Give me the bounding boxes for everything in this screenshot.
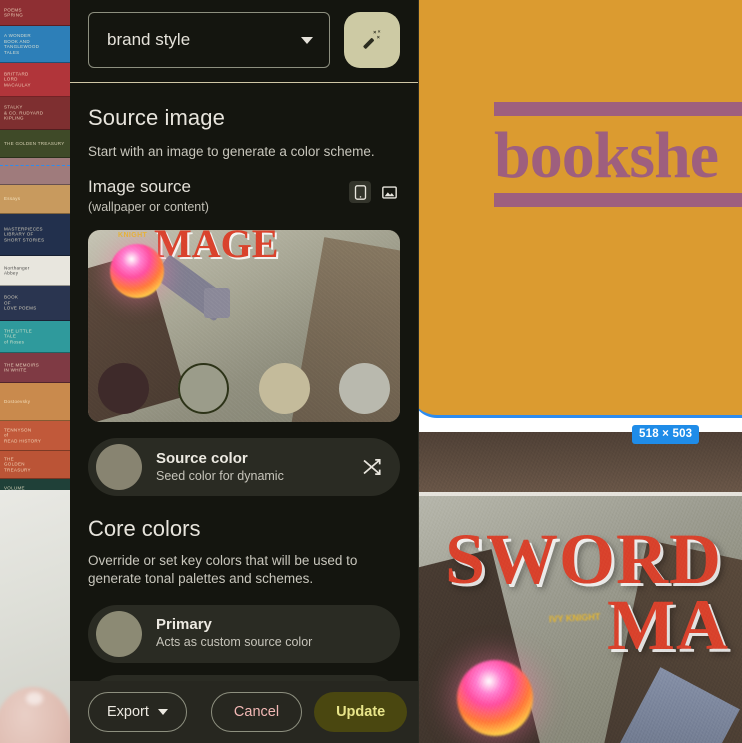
image-source-hint: (wallpaper or content) [88,200,209,215]
extracted-swatch[interactable] [338,363,390,415]
panel-body[interactable]: Source image Start with an image to gene… [70,83,418,681]
book-spine-title: THE MEMOIRS IN WHITE [4,361,40,373]
core-color-swatch[interactable] [96,610,142,657]
shuffle-icon [363,459,381,476]
book-spine [0,158,70,185]
source-color-tile[interactable]: Source color Seed color for dynamic [88,438,400,497]
book-spine: VOLUME OF JOHN MILTON [0,479,70,490]
extracted-swatch-row[interactable] [98,363,390,415]
fingernail-highlight [26,692,43,705]
book-spine: BRITTARD LORD MACAULAY [0,63,70,97]
core-colors-heading: Core colors [88,516,201,542]
book-spine: Northanger Abbey [0,256,70,286]
bookshelf-photo: POEMS SPRING A WONDER BOOK AND TANGLEWOOD… [0,0,70,490]
book-spine: Dostoevsky [0,383,70,421]
book-spine-title: THE LITTLE TALE of Roses [4,328,33,345]
book-spine-title: STALKY & CO. RUDYARD KIPLING [4,104,44,121]
source-image-thumbnail[interactable]: MAGE KNIGHT [88,230,400,423]
core-colors-description: Override or set key colors that will be … [88,553,358,587]
book-spine: MASTERPIECES LIBRARY OF SHORT STORIES [0,214,70,256]
book-spine-title: THE GOLDEN TREASURY [4,140,65,146]
wordmark-rule-bottom [494,193,742,208]
source-option-content[interactable] [378,181,400,203]
extracted-swatch[interactable] [178,363,230,415]
paper-photo [0,490,70,743]
source-color-subtitle: Seed color for dynamic [156,468,284,483]
size-badge: 518 × 503 [632,425,700,444]
wordmark-text: bookshe [494,119,719,192]
source-option-wallpaper[interactable] [349,181,371,204]
book-spine-title: TENNYSON of READ HISTORY [4,427,42,444]
sword-mage-cover-photo: SWORD MA IVY KNIGHT [419,432,742,743]
source-image-heading: Source image [88,105,225,130]
source-image-description: Start with an image to generate a color … [88,144,375,159]
magic-wand-button[interactable]: × × × [344,12,400,68]
book-spine: THE GOLDEN TREASURY [0,451,70,479]
book-spine-title: A WONDER BOOK AND TANGLEWOOD TALES [4,32,40,55]
update-button-label: Update [336,704,386,720]
shuffle-button[interactable] [360,455,384,479]
preview-stage: bookshe 518 × 503 SWORD MA IVY KNIGHT [419,0,742,743]
book-spine-title: Dostoevsky [4,398,31,404]
book-spine: POEMS SPRING [0,0,70,26]
cancel-button-label: Cancel [233,704,280,720]
book-spine-title: POEMS SPRING [4,6,24,18]
selection-dashed-line [0,165,70,166]
cover-film-grain [419,432,742,743]
book-spine-title: Essays [4,196,21,202]
update-button[interactable]: Update [314,692,408,732]
style-select[interactable]: brand style [88,12,330,68]
book-spine-title: THE GOLDEN TREASURY [4,456,31,473]
export-button[interactable]: Export [88,692,187,732]
image-source-label: Image source [88,177,191,197]
core-color-subtitle: Acts as custom source color [156,635,313,650]
extracted-swatch[interactable] [258,363,310,415]
core-colors-list[interactable]: PrimaryActs as custom source color Second… [88,604,400,681]
book-spine: THE GOLDEN TREASURY [0,130,70,158]
phone-icon [354,184,366,200]
book-spine-title: Northanger Abbey [4,264,30,276]
book-spine: Essays [0,185,70,214]
book-spine-title: MASTERPIECES LIBRARY OF SHORT STORIES [4,226,45,243]
wordmark-rule-top [494,102,742,116]
core-color-tile[interactable]: Primary Acts as custom source color [88,604,400,663]
book-spine-title: BOOK OF LOVE POEMS [4,294,37,311]
book-spine: A WONDER BOOK AND TANGLEWOOD TALES [0,26,70,63]
book-spine: STALKY & CO. RUDYARD KIPLING [0,97,70,130]
book-spine: TENNYSON of READ HISTORY [0,421,70,451]
book-spine: THE MEMOIRS IN WHITE [0,353,70,383]
image-source-toggle-group[interactable] [349,177,400,204]
source-color-title: Source color [156,450,248,468]
book-spine: THE LITTLE TALE of Roses [0,321,70,353]
extracted-swatch[interactable] [98,363,149,415]
style-select-value: brand style [107,30,191,49]
screen-root: POEMS SPRING A WONDER BOOK AND TANGLEWOOD… [0,0,742,743]
picture-icon [381,186,397,199]
chevron-down-icon [157,709,168,715]
svg-text:×: × [377,35,380,41]
bookshelf-wordmark: bookshe [494,102,742,208]
source-color-swatch[interactable] [96,444,142,491]
core-color-title: Primary [156,616,212,634]
book-spine: BOOK OF LOVE POEMS [0,286,70,321]
cancel-button[interactable]: Cancel [210,692,303,732]
chevron-down-icon [301,36,313,44]
core-color-tile[interactable]: Secondary [88,674,400,681]
magic-wand-icon: × × × [363,29,381,49]
book-spine-title: BRITTARD LORD MACAULAY [4,71,31,88]
image-source-row: Image source (wallpaper or content) [88,177,400,214]
panel-footer: Export Cancel Update [70,681,418,743]
panel-header: brand style × × × [70,0,418,83]
theme-builder-panel: brand style × × × Source image Start wit… [70,0,419,743]
export-button-label: Export [107,704,149,720]
bookshelf-app-preview[interactable]: bookshe [419,0,742,418]
